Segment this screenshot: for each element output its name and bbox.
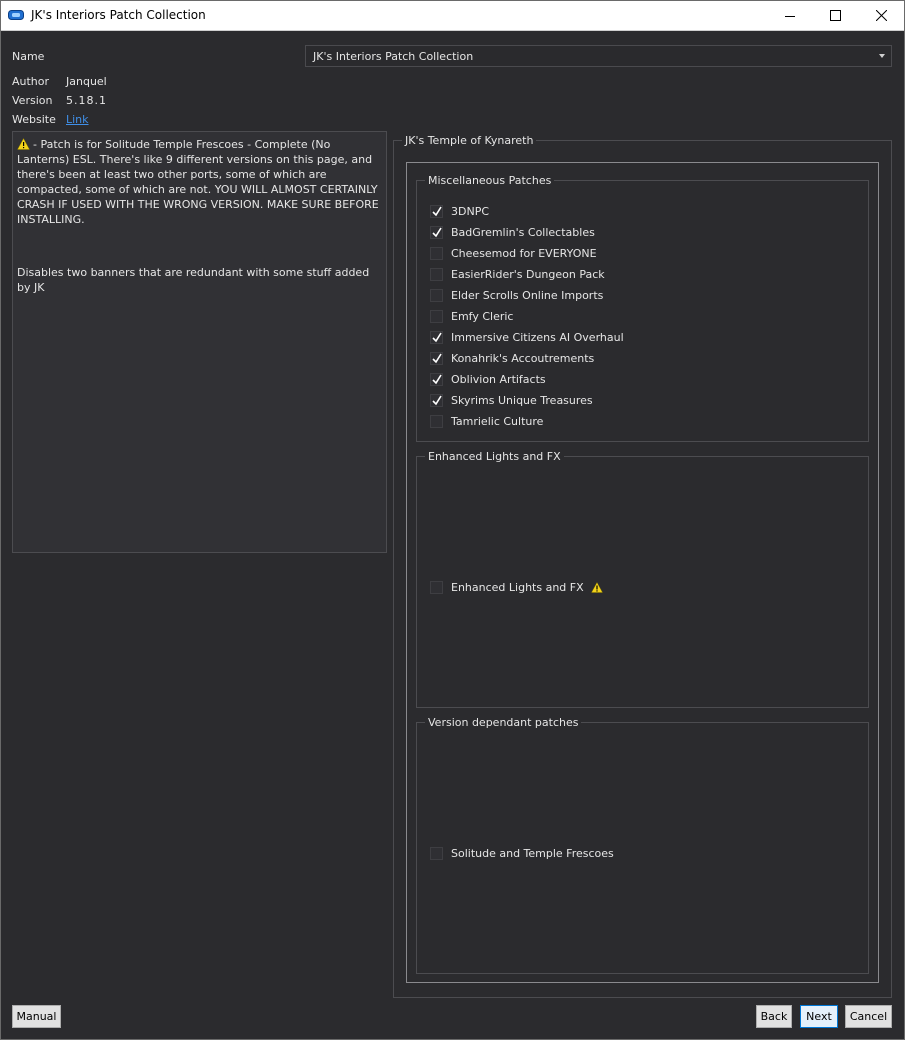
option-3dnpc[interactable]: 3DNPC [430,203,489,219]
app-icon [8,10,24,20]
description-paragraph-1: - Patch is for Solitude Temple Frescoes … [17,137,382,227]
option-label: BadGremlin's Collectables [451,225,595,239]
option-emfy-cleric[interactable]: Emfy Cleric [430,308,513,324]
checkbox[interactable] [430,351,443,365]
option-badgremlins-collectables[interactable]: BadGremlin's Collectables [430,224,595,240]
minimize-button[interactable] [767,0,813,31]
checkmark-icon [432,206,442,216]
checkmark-icon [432,227,442,237]
option-label: Oblivion Artifacts [451,372,546,386]
window-title: JK's Interiors Patch Collection [31,8,206,22]
maximize-icon [829,10,841,21]
back-button[interactable]: Back [756,1005,792,1028]
option-label: Solitude and Temple Frescoes [451,846,614,860]
checkbox[interactable] [430,580,443,594]
checkbox[interactable] [430,330,443,344]
option-label: 3DNPC [451,204,490,218]
checkbox[interactable] [430,393,443,407]
step-title: JK's Temple of Kynareth [402,134,537,147]
website-label: Website [12,113,56,126]
option-easierriders-dungeon-pack[interactable]: EasierRider's Dungeon Pack [430,266,605,282]
option-immersive-citizens[interactable]: Immersive Citizens AI Overhaul [430,329,624,345]
checkbox[interactable] [430,846,443,860]
group-title-enhanced-lights: Enhanced Lights and FX [425,450,564,463]
minimize-icon [785,15,795,17]
checkmark-icon [432,332,442,342]
name-dropdown[interactable]: JK's Interiors Patch Collection [305,45,892,67]
description-text-1: - Patch is for Solitude Temple Frescoes … [17,138,379,226]
warning-icon [17,138,30,150]
option-enhanced-lights-and-fx[interactable]: Enhanced Lights and FX [430,579,603,595]
option-label: Elder Scrolls Online Imports [451,288,604,302]
version-label: Version [12,94,53,107]
checkbox[interactable] [430,267,443,281]
option-elder-scrolls-online-imports[interactable]: Elder Scrolls Online Imports [430,287,603,303]
name-label: Name [12,50,45,63]
checkbox[interactable] [430,225,443,239]
cancel-button[interactable]: Cancel [845,1005,892,1028]
checkbox[interactable] [430,309,443,323]
option-label: Konahrik's Accoutrements [451,351,595,365]
option-konahriks-accoutrements[interactable]: Konahrik's Accoutrements [430,350,594,366]
warning-icon [590,581,603,593]
checkmark-icon [432,395,442,405]
option-label: Immersive Citizens AI Overhaul [451,330,624,344]
author-label: Author [12,75,50,88]
checkmark-icon [432,374,442,384]
option-label: Enhanced Lights and FX [451,580,584,594]
option-oblivion-artifacts[interactable]: Oblivion Artifacts [430,371,546,387]
checkmark-icon [432,353,442,363]
group-title-version-dependant: Version dependant patches [425,716,582,729]
website-link[interactable]: Link [66,113,89,126]
group-title-miscellaneous: Miscellaneous Patches [425,174,555,187]
option-label: Emfy Cleric [451,309,514,323]
version-value: 5.18.1 [66,94,107,107]
close-button[interactable] [858,0,904,31]
checkbox[interactable] [430,414,443,428]
option-label: Tamrielic Culture [451,414,544,428]
close-icon [875,10,887,21]
checkbox[interactable] [430,246,443,260]
description-box: - Patch is for Solitude Temple Frescoes … [12,131,387,553]
name-dropdown-value: JK's Interiors Patch Collection [313,50,474,63]
option-skyrims-unique-treasures[interactable]: Skyrims Unique Treasures [430,392,593,408]
option-cheesemod[interactable]: Cheesemod for EVERYONE [430,245,597,261]
option-label: Cheesemod for EVERYONE [451,246,597,260]
option-tamrielic-culture[interactable]: Tamrielic Culture [430,413,543,429]
chevron-down-icon [879,54,885,58]
description-paragraph-2: Disables two banners that are redundant … [17,266,370,294]
option-solitude-and-temple-frescoes[interactable]: Solitude and Temple Frescoes [430,845,614,861]
option-label: EasierRider's Dungeon Pack [451,267,605,281]
manual-button[interactable]: Manual [12,1005,61,1028]
option-label: Skyrims Unique Treasures [451,393,593,407]
author-value: Janquel [66,75,107,88]
next-button[interactable]: Next [800,1005,838,1028]
checkbox[interactable] [430,288,443,302]
maximize-button[interactable] [812,0,858,31]
checkbox[interactable] [430,372,443,386]
title-bar: JK's Interiors Patch Collection [0,0,905,31]
checkbox[interactable] [430,204,443,218]
